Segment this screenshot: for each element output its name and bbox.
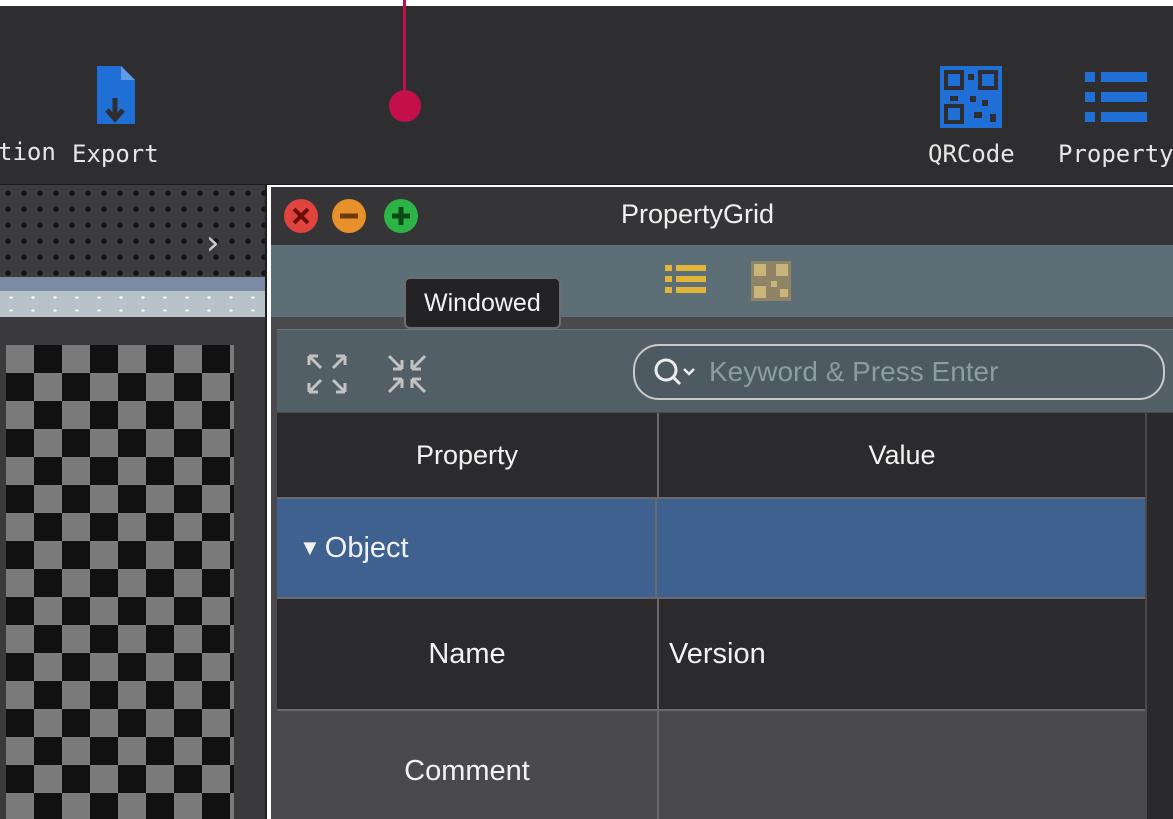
column-header-property[interactable]: Property (277, 413, 659, 497)
export-button[interactable]: Export (72, 62, 159, 168)
table-scrollbar[interactable] (1147, 413, 1173, 819)
export-label: Export (72, 140, 159, 168)
qrcode-label: QRCode (928, 140, 1015, 168)
expand-icon[interactable] (305, 352, 349, 396)
search-input[interactable] (707, 352, 1151, 392)
canvas-panel[interactable]: › (0, 185, 267, 819)
property-value-cell[interactable] (659, 711, 1145, 819)
chevron-right-icon[interactable]: › (206, 223, 220, 263)
window-titlebar[interactable]: PropertyGrid (271, 187, 1173, 245)
collapse-icon[interactable] (385, 352, 429, 396)
minimize-icon[interactable] (331, 198, 367, 234)
close-icon[interactable] (283, 198, 319, 234)
filter-bar (277, 329, 1173, 412)
property-name-cell: Name (277, 599, 659, 709)
qrcode-button[interactable]: QRCode (928, 62, 1015, 168)
property-button[interactable]: Property (1058, 62, 1173, 168)
list-icon (1084, 72, 1147, 122)
property-name-cell: Comment (277, 711, 659, 819)
main-toolbar: tion Export QRCode Property (0, 6, 1173, 185)
band-light (0, 291, 265, 317)
dotted-pattern (0, 185, 265, 277)
property-grid-window: PropertyGrid Windowed Keyword & Press En… (271, 187, 1173, 819)
list-icon[interactable] (663, 261, 709, 297)
toolbar-item-cut-label[interactable]: tion (0, 138, 56, 166)
table-header-row: Property Value (277, 413, 1145, 499)
table-row[interactable]: Comment (277, 711, 1145, 819)
group-row-object[interactable]: ▼ Object (277, 499, 1145, 599)
qrcode-icon[interactable] (749, 259, 793, 303)
window-title: PropertyGrid (621, 199, 775, 229)
group-label: Object (324, 531, 409, 564)
group-value-cell (659, 499, 1145, 597)
zoom-icon[interactable] (383, 198, 419, 234)
property-value-cell[interactable]: Version (659, 599, 1145, 709)
tooltip-windowed: Windowed (404, 277, 561, 329)
annotation-pointer-line (403, 0, 406, 100)
export-icon (97, 66, 136, 124)
search-icon[interactable] (653, 357, 699, 387)
table-row[interactable]: Name Version (277, 599, 1145, 711)
property-label: Property (1058, 140, 1173, 168)
annotation-pointer-dot (389, 90, 421, 122)
qrcode-icon (940, 66, 1003, 128)
checkerboard-canvas (6, 345, 234, 819)
band-blue (0, 277, 265, 291)
app-window: tion Export QRCode Property › PropertyGr… (0, 0, 1173, 819)
search-field[interactable] (633, 344, 1165, 400)
group-cell[interactable]: ▼ Object (277, 499, 657, 597)
disclosure-triangle-icon[interactable]: ▼ (299, 535, 321, 561)
column-header-value[interactable]: Value (659, 413, 1145, 497)
